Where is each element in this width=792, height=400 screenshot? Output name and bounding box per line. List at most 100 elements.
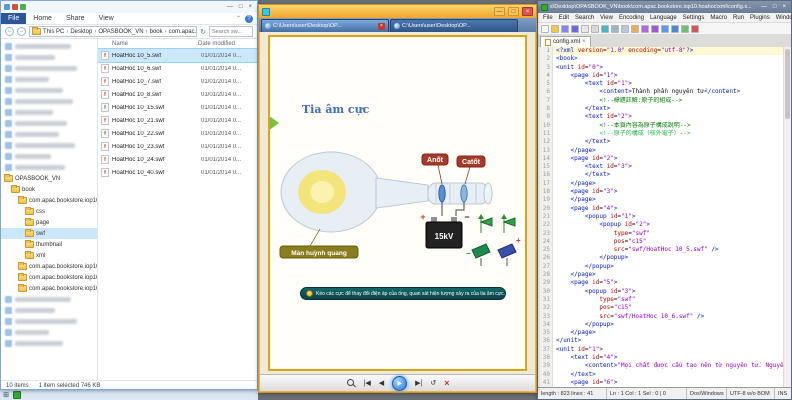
tree-item-opasbook-vn[interactable]: OPASBOOK_VN	[1, 173, 97, 184]
help-icon[interactable]: ?	[245, 15, 253, 23]
code-line[interactable]: 22 <popup id="2">	[538, 221, 783, 229]
menu-search[interactable]: Search	[572, 15, 597, 21]
search-input[interactable]	[209, 26, 253, 37]
viewer-tab-2[interactable]: C:\Users\user\Desktop\OP...	[390, 19, 518, 32]
code-line[interactable]: 5 <text id="1">	[538, 80, 783, 88]
ribbon-collapse-icon[interactable]: ⌃	[236, 15, 241, 23]
tree-item-com-apac-bookstore-iop10-vatly[interactable]: com.apac.bookstore.iop10.vatly	[1, 283, 97, 294]
code-line[interactable]: 29 <page id="5">	[538, 279, 783, 287]
breadcrumb-segment[interactable]: com.apac.bookstore.iop10.hoahoc	[169, 29, 198, 35]
back-icon[interactable]: ←	[5, 27, 14, 36]
ribbon-tab-view[interactable]: View	[92, 13, 121, 24]
breadcrumb-segment[interactable]: This PC	[43, 29, 64, 35]
code-line[interactable]: 17 </page>	[538, 180, 783, 188]
print-icon[interactable]	[601, 25, 609, 33]
file-row[interactable]: fHoatHoc 10_8.swf01/01/2014 0...	[98, 88, 257, 101]
editor[interactable]: 1<?xml version="1.0" encoding="utf-8"?>2…	[538, 47, 791, 387]
copy-icon[interactable]	[621, 25, 629, 33]
code-line[interactable]: 11 <!--原子的構成（核外電子）-->	[538, 130, 783, 138]
tree-item-book[interactable]: book	[1, 184, 97, 195]
tree-item-xml[interactable]: xml	[1, 250, 97, 261]
code-line[interactable]: 3<unit id="0">	[538, 64, 783, 72]
menu-encoding[interactable]: Encoding	[616, 15, 647, 21]
code-line[interactable]: 33 src="swf/HoatHoc 10_6.swf" />	[538, 313, 783, 321]
next-page-icon[interactable]: ▶|	[415, 376, 422, 391]
first-page-icon[interactable]: |◀	[364, 376, 371, 391]
quick-access-icon-1[interactable]	[12, 4, 18, 10]
quick-access-icon-2[interactable]	[20, 4, 26, 10]
forward-icon[interactable]: →	[17, 27, 26, 36]
file-row[interactable]: fHoatHoc 10_23.swf01/01/2014 0...	[98, 140, 257, 153]
tree-item-page[interactable]: page	[1, 217, 97, 228]
code-line[interactable]: 39 <content>"Mọi chất được cấu tạo nên t…	[538, 362, 783, 370]
tree-item-swf[interactable]: swf	[1, 228, 97, 239]
tree-item-thumbnail[interactable]: thumbnail	[1, 239, 97, 250]
code-line[interactable]: 1<?xml version="1.0" encoding="utf-8"?>	[538, 47, 783, 55]
viewer-tab-1[interactable]: C:\Users\user\Desktop\OP...×	[261, 19, 389, 32]
code-line[interactable]: 41 <page id="6">	[538, 379, 783, 387]
code-line[interactable]: 36</unit>	[538, 337, 783, 345]
file-row[interactable]: fHoatHoc 10_7.swf01/01/2014 0...	[98, 75, 257, 88]
column-header-name[interactable]: Name	[112, 41, 198, 47]
tree-item-css[interactable]: css	[1, 206, 97, 217]
undo-icon[interactable]	[641, 25, 649, 33]
file-row[interactable]: fHoatHoc 10_24.swf01/01/2014 0...	[98, 153, 257, 166]
code-line[interactable]: 8 </text>	[538, 105, 783, 113]
open-folder-icon[interactable]	[551, 25, 559, 33]
close-file-icon[interactable]	[581, 25, 589, 33]
notepad-taskbar-icon[interactable]	[13, 391, 21, 399]
code-line[interactable]: 10 <!--本頁內容為原子構成說明-->	[538, 122, 783, 130]
close-all-icon[interactable]	[591, 25, 599, 33]
save-all-icon[interactable]	[571, 25, 579, 33]
find-icon[interactable]	[661, 25, 669, 33]
close-icon[interactable]: ×	[444, 376, 449, 391]
code-line[interactable]: 20 <page id="4">	[538, 205, 783, 213]
code-line[interactable]: 24 pos="c15"	[538, 238, 783, 246]
play-icon[interactable]: ▶	[392, 376, 407, 391]
undo-icon[interactable]: ↺	[430, 376, 436, 391]
code-line[interactable]: 18 <page id="3">	[538, 188, 783, 196]
save-icon[interactable]	[561, 25, 569, 33]
menu-edit[interactable]: Edit	[556, 15, 572, 21]
cut-icon[interactable]	[611, 25, 619, 33]
code-line[interactable]: 25 src="swf/HoatHoc 10_5.swf" />	[538, 246, 783, 254]
code-line[interactable]: 31 type="swf"	[538, 296, 783, 304]
file-row[interactable]: fHoatHoc 10_21.swf01/01/2014 0...	[98, 114, 257, 127]
code-line[interactable]: 12 </text>	[538, 138, 783, 146]
cathode-ray-illustration[interactable]: Anốt Catốt Màn huỳnh quang 15kV + −	[276, 125, 521, 285]
menu-macro[interactable]: Macro	[707, 15, 730, 21]
code-line[interactable]: 23 type="swf"	[538, 230, 783, 238]
scrollbar[interactable]	[783, 47, 791, 387]
code-line[interactable]: 2<book>	[538, 55, 783, 63]
code-line[interactable]: 28 </page>	[538, 271, 783, 279]
breadcrumb-segment[interactable]: Desktop	[70, 29, 92, 35]
code-line[interactable]: 26 </popup>	[538, 254, 783, 262]
start-button[interactable]: ⊞	[1, 391, 11, 400]
redo-icon[interactable]	[651, 25, 659, 33]
tree-item-com-apac-bookstore-iop10-sinhhoc[interactable]: com.apac.bookstore.iop10.sinhhoc	[1, 261, 97, 272]
paddle-vanes[interactable]: − +	[466, 214, 521, 266]
notepad-titlebar[interactable]: s\Desktop\OPASBOOK_VN\book\com.apac.book…	[538, 1, 791, 13]
file-row[interactable]: fHoatHoc 10_15.swf01/01/2014 0...	[98, 101, 257, 114]
maximize-button[interactable]: □	[771, 4, 779, 10]
ribbon-tab-share[interactable]: Share	[59, 13, 92, 24]
paste-icon[interactable]	[631, 25, 639, 33]
code-line[interactable]: 6 <content>Thành phần nguyên tử</content…	[538, 88, 783, 96]
tab-close-icon[interactable]: ×	[582, 39, 586, 45]
code-line[interactable]: 37<unit id="1">	[538, 346, 783, 354]
code-line[interactable]: 4 <page id="1">	[538, 72, 783, 80]
code-line[interactable]: 32 pos="c15"	[538, 304, 783, 312]
prev-page-icon[interactable]: ◀	[379, 376, 384, 391]
file-row[interactable]: fHoatHoc 10_22.swf01/01/2014 0...	[98, 127, 257, 140]
code-line[interactable]: 19 </page>	[538, 196, 783, 204]
breadcrumb-segment[interactable]: OPASBOOK_VN	[98, 29, 143, 35]
code-line[interactable]: 16 </text>	[538, 171, 783, 179]
code-line[interactable]: 21 <popup id="1">	[538, 213, 783, 221]
menu-run[interactable]: Run	[730, 15, 747, 21]
code-line[interactable]: 13 </page>	[538, 147, 783, 155]
tree-item-com-apac-bookstore-iop10-hoahoc[interactable]: com.apac.bookstore.iop10.hoahoc	[1, 195, 97, 206]
menu-plugins[interactable]: Plugins	[747, 15, 773, 21]
code-line[interactable]: 15 <text id="3">	[538, 163, 783, 171]
menu-file[interactable]: File	[540, 15, 556, 21]
close-button[interactable]: ×	[246, 2, 254, 12]
